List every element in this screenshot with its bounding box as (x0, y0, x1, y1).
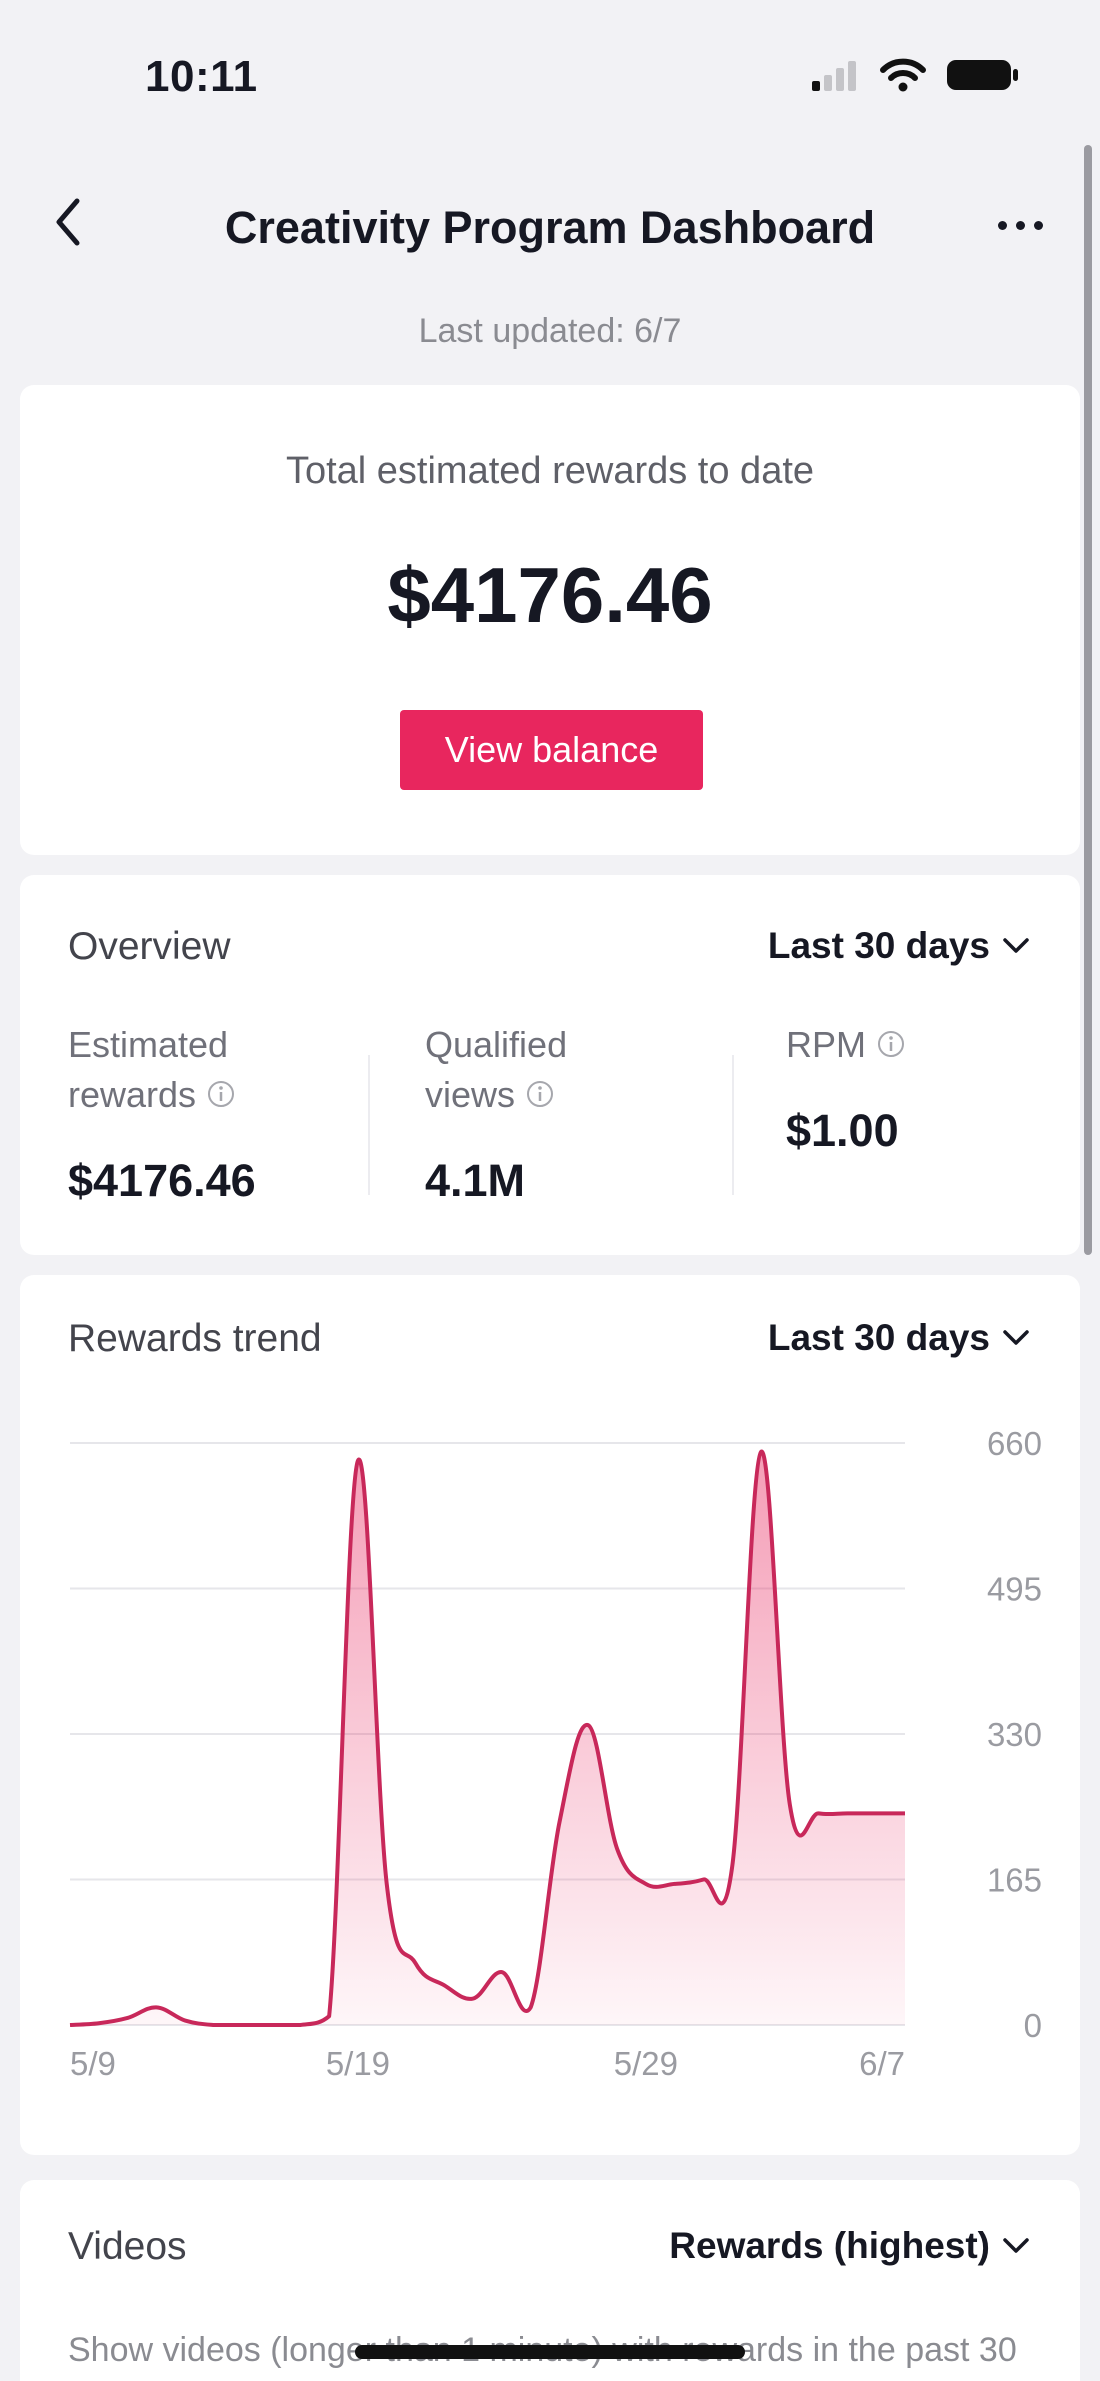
overview-range-select[interactable]: Last 30 days (768, 925, 1030, 967)
data-point (873, 1810, 879, 1816)
rewards-trend-card: Rewards trend Last 30 days 0 165 330 495 660… (20, 1275, 1080, 2155)
y-tick-label: 165 (987, 1862, 1042, 1899)
data-point (441, 1982, 447, 1988)
data-point (556, 1819, 562, 1825)
y-tick-label: 330 (987, 1716, 1042, 1753)
metric-label-line: views (425, 1074, 516, 1115)
metric-value: $1.00 (786, 1105, 899, 1156)
metric-label: Estimated rewards (68, 1020, 368, 1120)
data-point (67, 2022, 73, 2028)
data-point (297, 2022, 303, 2028)
more-options-button[interactable] (980, 200, 1060, 250)
navigation-bar: Creativity Program Dashboard (0, 180, 1100, 270)
info-icon[interactable] (876, 1029, 906, 1059)
x-tick-label: 5/19 (326, 2045, 390, 2082)
data-point (182, 2018, 188, 2024)
y-tick-label: 0 (1024, 2007, 1042, 2044)
wifi-icon (880, 58, 926, 92)
y-tick-label: 495 (987, 1571, 1042, 1608)
data-point (269, 2022, 275, 2028)
data-point (643, 1881, 649, 1887)
data-point (758, 1449, 764, 1455)
metric-divider (732, 1055, 734, 1195)
metric-label-line: rewards (68, 1074, 197, 1115)
rewards-area-fill (70, 1451, 905, 2025)
x-tick-label: 6/7 (859, 2045, 905, 2082)
view-balance-button[interactable]: View balance (400, 710, 703, 790)
overview-title: Overview (68, 925, 231, 968)
more-icon-dot (997, 220, 1007, 230)
metric-label-line: Estimated (68, 1024, 229, 1065)
metric-rpm: RPM $1.00 (786, 1020, 1086, 1157)
data-point (211, 2022, 217, 2028)
data-point (787, 1802, 793, 1808)
page-title: Creativity Program Dashboard (224, 202, 876, 253)
data-point (585, 1722, 591, 1728)
overview-card: Overview Last 30 days Estimated rewards … (20, 875, 1080, 1255)
data-point (355, 1458, 361, 1464)
data-point (614, 1846, 620, 1852)
info-icon[interactable] (206, 1079, 236, 1109)
metric-qualified-views: Qualified views 4.1M (425, 1020, 725, 1207)
videos-sort-select[interactable]: Rewards (highest) (669, 2225, 1030, 2267)
data-point (499, 1969, 505, 1975)
data-point (240, 2022, 246, 2028)
data-point (470, 1996, 476, 2002)
data-point (902, 1810, 908, 1816)
videos-sort-label: Rewards (highest) (669, 2225, 990, 2266)
y-tick-label: 660 (987, 1425, 1042, 1462)
scrollbar[interactable] (1084, 145, 1092, 1255)
data-point (153, 2004, 159, 2010)
info-icon[interactable] (525, 1079, 555, 1109)
data-point (413, 1960, 419, 1966)
metric-label: Qualified views (425, 1020, 725, 1120)
data-point (384, 1881, 390, 1887)
chevron-down-icon (1003, 938, 1029, 953)
more-icon-dot (1033, 220, 1043, 230)
cellular-signal-icon (812, 61, 856, 91)
last-updated-text: Last updated: 6/7 (418, 312, 682, 350)
status-bar: 10:11 (0, 0, 1100, 150)
data-point (844, 1810, 850, 1816)
metric-label-line: RPM (786, 1024, 866, 1065)
metric-label-line: Qualified (425, 1024, 568, 1065)
metric-divider (368, 1055, 370, 1195)
home-indicator[interactable] (355, 2345, 745, 2359)
data-point (96, 2020, 102, 2026)
total-rewards-card: Total estimated rewards to date $4176.46… (20, 385, 1080, 855)
x-tick-label: 5/9 (70, 2045, 116, 2082)
more-icon-dot (1015, 220, 1025, 230)
metric-label: RPM (786, 1020, 1086, 1070)
data-point (528, 2004, 534, 2010)
total-rewards-value: $4176.46 (387, 551, 713, 639)
battery-icon (947, 60, 1018, 90)
metric-estimated-rewards: Estimated rewards $4176.46 (68, 1020, 368, 1207)
data-point (729, 1863, 735, 1869)
status-icons (810, 58, 1020, 92)
data-point (125, 2015, 131, 2021)
data-point (816, 1810, 822, 1816)
rewards-trend-chart: 0 165 330 495 660 5/9 5/19 5/29 6/7 (67, 1425, 1042, 2082)
overview-range-label: Last 30 days (767, 925, 990, 966)
data-point (700, 1877, 706, 1883)
total-rewards-label: Total estimated rewards to date (285, 450, 815, 492)
status-time: 10:11 (145, 52, 258, 101)
data-point (326, 2013, 332, 2019)
data-point (672, 1881, 678, 1887)
chevron-down-icon (1003, 2238, 1029, 2253)
x-tick-label: 5/29 (614, 2045, 678, 2082)
metric-value: 4.1M (425, 1155, 526, 1206)
metric-value: $4176.46 (68, 1155, 256, 1206)
videos-title: Videos (68, 2225, 187, 2268)
